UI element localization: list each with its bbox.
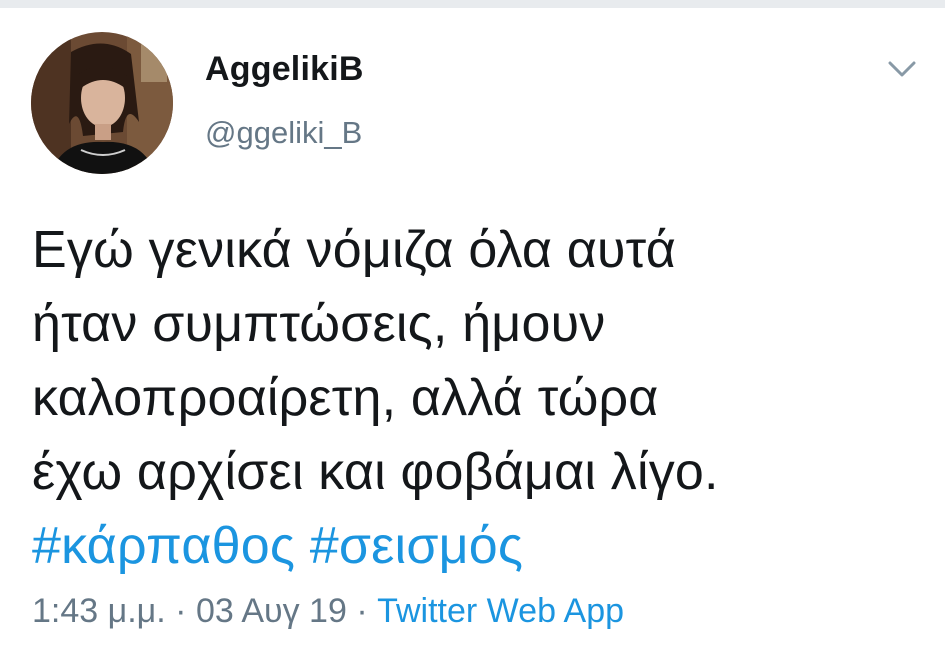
meta-separator: ·	[356, 592, 368, 630]
user-handle[interactable]: @ggeliki_B	[205, 115, 362, 151]
hashtag-karpathos[interactable]: #κάρπαθος	[32, 517, 295, 575]
meta-separator: ·	[175, 592, 187, 630]
tweet-date[interactable]: 03 Αυγ 19	[196, 592, 347, 630]
tweet-time[interactable]: 1:43 μ.μ.	[32, 592, 166, 630]
tweet-text-line: καλοπροαίρετη, αλλά τώρα	[32, 369, 659, 427]
hashtag-row: #κάρπαθος #σεισμός	[32, 509, 922, 583]
tweet-metadata: 1:43 μ.μ. · 03 Αυγ 19 · Twitter Web App	[32, 592, 624, 631]
tweet-text: Εγώ γενικά νόμιζα όλα αυτά ήταν συμπτώσε…	[32, 213, 922, 583]
tweet-source-link[interactable]: Twitter Web App	[377, 592, 624, 630]
tweet-text-line: ήταν συμπτώσεις, ήμουν	[32, 295, 606, 353]
tweet-text-line: έχω αρχίσει και φοβάμαι λίγο.	[32, 443, 719, 501]
top-divider	[0, 0, 945, 8]
tweet-menu-button[interactable]	[884, 54, 920, 84]
hashtag-seismos[interactable]: #σεισμός	[310, 517, 523, 575]
avatar[interactable]	[31, 32, 173, 174]
chevron-down-icon	[888, 61, 916, 77]
tweet-text-line: Εγώ γενικά νόμιζα όλα αυτά	[32, 221, 676, 279]
avatar-image	[31, 32, 173, 174]
display-name[interactable]: AggelikiB	[205, 50, 364, 89]
